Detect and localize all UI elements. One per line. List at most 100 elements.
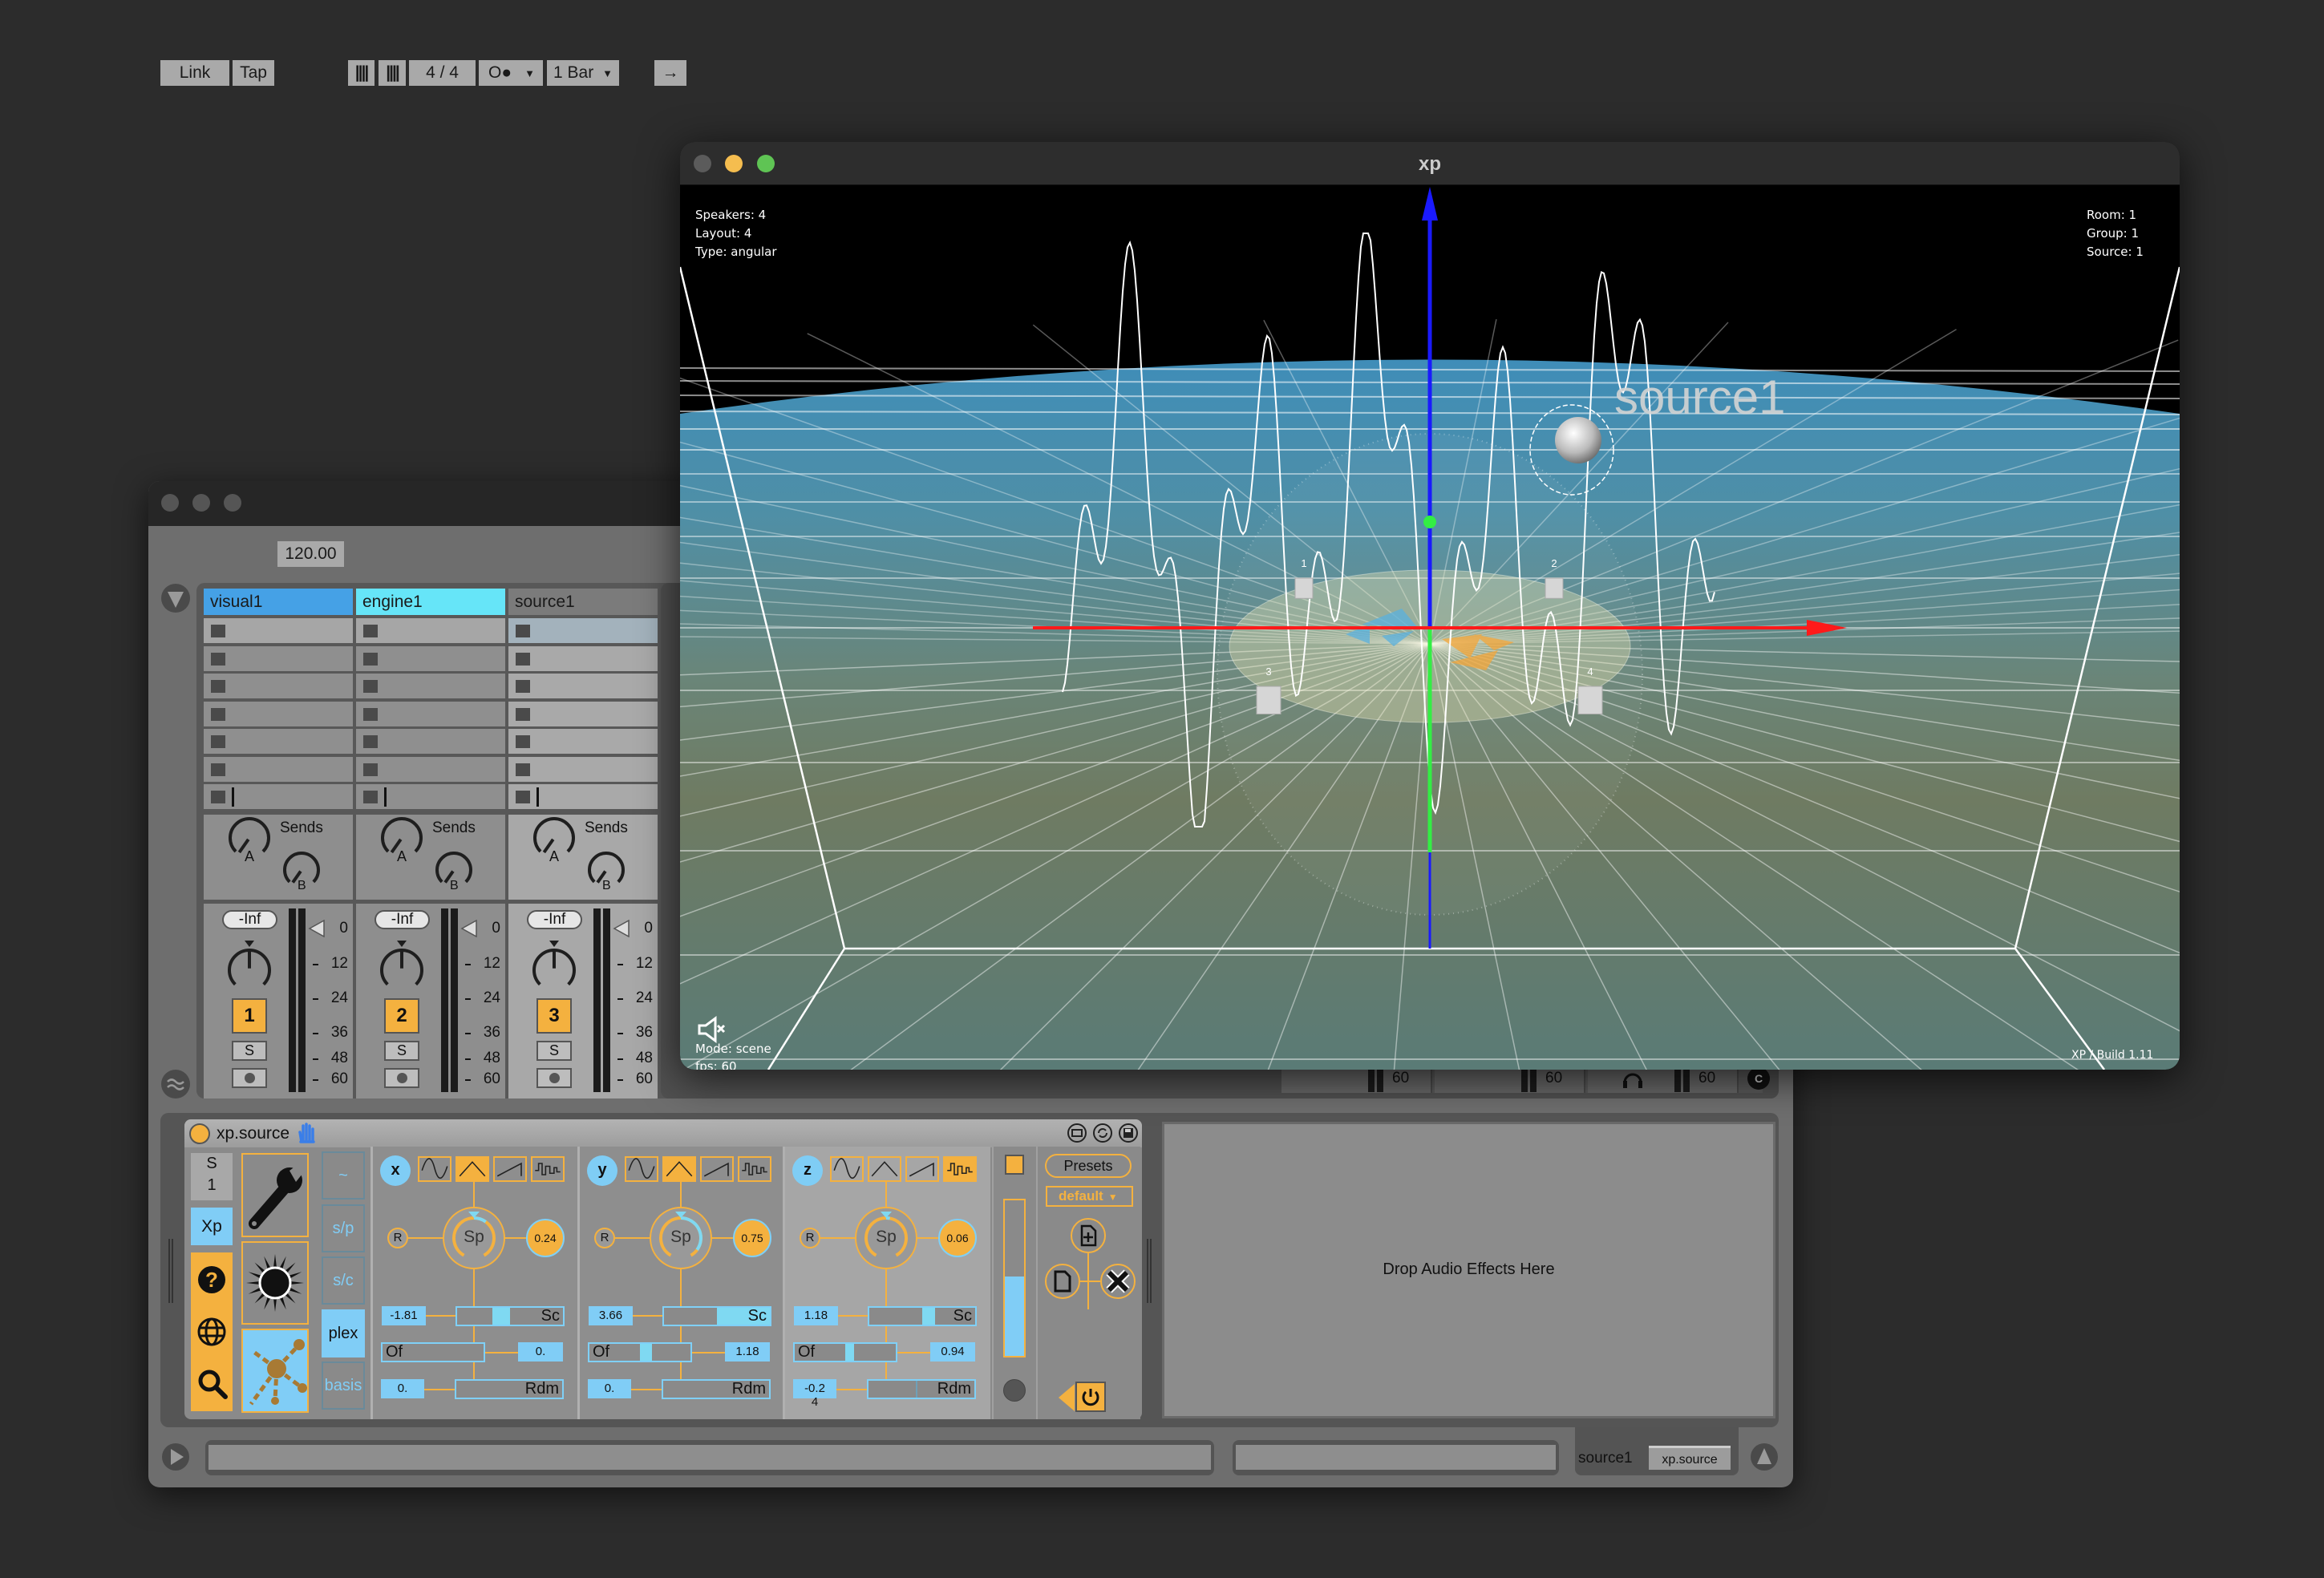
clip-stop-button[interactable] xyxy=(363,680,378,693)
scale-value[interactable]: -1.81 xyxy=(382,1306,426,1325)
source-number-box[interactable]: S1 xyxy=(191,1153,233,1200)
io-toggle-icon[interactable] xyxy=(160,1069,191,1099)
speaker-4[interactable] xyxy=(1577,686,1603,714)
3d-scene-viewport[interactable]: 1 2 3 4 source1 xyxy=(680,185,2180,1070)
tap-button[interactable]: Tap xyxy=(233,60,274,86)
waveform-triangle-button[interactable] xyxy=(868,1156,901,1182)
track-activator-button[interactable]: 2 xyxy=(384,998,419,1034)
waveform-sine-button[interactable] xyxy=(625,1156,658,1182)
crossfade-icon[interactable]: C xyxy=(1747,1066,1771,1090)
volume-readout[interactable]: -Inf xyxy=(375,910,430,929)
globe-icon[interactable] xyxy=(197,1317,226,1346)
random-slider[interactable]: Rdm xyxy=(867,1379,976,1399)
output-toggle[interactable] xyxy=(1005,1155,1024,1175)
volume-fader-triangle[interactable] xyxy=(308,920,326,937)
help-icon[interactable]: ? xyxy=(197,1265,226,1294)
solo-button[interactable]: S xyxy=(536,1041,572,1061)
presets-button[interactable]: Presets xyxy=(1045,1154,1132,1178)
mute-icon[interactable] xyxy=(696,1016,728,1043)
waveform-ramp-button[interactable] xyxy=(905,1156,939,1182)
clip-stop-button[interactable] xyxy=(211,791,225,803)
clip-stop-button[interactable] xyxy=(211,707,225,721)
hot-swap-icon[interactable] xyxy=(1093,1123,1112,1143)
clip-slot[interactable] xyxy=(508,784,658,809)
map-icon[interactable] xyxy=(1067,1123,1087,1143)
pan-knob[interactable] xyxy=(377,939,427,995)
volume-fader-triangle[interactable] xyxy=(460,920,478,937)
speaker-3[interactable] xyxy=(1256,686,1281,714)
clip-slot[interactable] xyxy=(204,729,353,754)
volume-fader-triangle[interactable] xyxy=(613,920,630,937)
reset-button[interactable]: R xyxy=(594,1228,615,1248)
display-button[interactable] xyxy=(241,1241,309,1325)
waveform-sine-button[interactable] xyxy=(418,1156,451,1182)
scale-slider[interactable]: Sc xyxy=(868,1306,977,1326)
waveform-step-button[interactable] xyxy=(531,1156,565,1182)
arm-button[interactable] xyxy=(384,1068,419,1088)
tempo-field[interactable]: 120.00 xyxy=(277,541,344,567)
lfo-axis-z-toggle[interactable]: z xyxy=(792,1155,823,1186)
waveform-triangle-button[interactable] xyxy=(662,1156,696,1182)
clip-stop-button[interactable] xyxy=(363,652,378,666)
status-bar[interactable] xyxy=(205,1440,1214,1475)
device-activator[interactable] xyxy=(189,1123,210,1144)
clip-slot[interactable] xyxy=(356,784,505,809)
clip-slot[interactable] xyxy=(356,618,505,643)
device-drag-handle[interactable] xyxy=(168,1239,173,1303)
collapse-arrow-icon[interactable] xyxy=(1059,1384,1075,1411)
solo-button[interactable]: S xyxy=(384,1041,419,1061)
nudge-up-button[interactable]: |||| xyxy=(379,60,406,86)
scale-slider[interactable]: Sc xyxy=(662,1306,771,1326)
clip-stop-button[interactable] xyxy=(363,763,378,776)
hide-triangle-icon[interactable] xyxy=(160,583,191,613)
offset-slider[interactable]: Of xyxy=(588,1342,692,1362)
offset-slider[interactable]: Of xyxy=(793,1342,897,1362)
clip-stop-button[interactable] xyxy=(363,625,378,637)
settings-button[interactable] xyxy=(241,1153,309,1237)
offset-value[interactable]: 0. xyxy=(518,1342,563,1362)
save-preset-icon[interactable] xyxy=(1119,1123,1138,1143)
random-slider[interactable]: Rdm xyxy=(662,1379,771,1399)
up-triangle-icon[interactable] xyxy=(1749,1442,1779,1472)
clip-slot[interactable] xyxy=(508,756,658,782)
track-header-visual1[interactable]: visual1 xyxy=(204,589,353,615)
waveform-step-button[interactable] xyxy=(738,1156,771,1182)
clip-stop-button[interactable] xyxy=(516,707,530,721)
nudge-down-button[interactable]: |||| xyxy=(348,60,375,86)
lfo-axis-y-toggle[interactable]: y xyxy=(587,1155,617,1186)
clip-stop-button[interactable] xyxy=(211,735,225,748)
device-drag-handle[interactable] xyxy=(1147,1239,1152,1303)
clip-stop-button[interactable] xyxy=(516,735,530,748)
clip-slot[interactable] xyxy=(204,756,353,782)
clip-stop-button[interactable] xyxy=(211,625,225,637)
info-bar[interactable] xyxy=(1233,1440,1559,1475)
clip-slot[interactable] xyxy=(356,756,505,782)
scale-slider[interactable]: Sc xyxy=(455,1306,565,1326)
output-level-slider[interactable] xyxy=(1003,1199,1026,1357)
link-button[interactable]: Link xyxy=(160,60,229,86)
clip-stop-button[interactable] xyxy=(516,791,530,803)
waveform-ramp-button[interactable] xyxy=(700,1156,734,1182)
preset-dropdown[interactable]: default ▼ xyxy=(1046,1186,1133,1207)
clip-slot[interactable] xyxy=(508,729,658,754)
random-value[interactable]: 0. xyxy=(381,1379,424,1398)
speed-value[interactable]: 0.24 xyxy=(526,1219,565,1257)
power-button[interactable] xyxy=(1075,1382,1106,1412)
arm-button[interactable] xyxy=(232,1068,267,1088)
xp-tab[interactable]: Xp xyxy=(191,1208,233,1245)
scale-value[interactable]: 3.66 xyxy=(589,1306,633,1325)
file-icon[interactable] xyxy=(1044,1263,1081,1300)
clip-slot[interactable] xyxy=(356,645,505,671)
clip-slot[interactable] xyxy=(356,674,505,698)
track-header-engine1[interactable]: engine1 xyxy=(356,589,505,615)
clip-stop-button[interactable] xyxy=(516,652,530,666)
pan-knob[interactable] xyxy=(225,939,274,995)
quantize-dropdown[interactable]: 1 Bar ▼ xyxy=(547,60,619,86)
clip-stop-button[interactable] xyxy=(516,763,530,776)
speaker-1[interactable] xyxy=(1294,577,1314,599)
clip-slot[interactable] xyxy=(508,618,658,643)
waveform-sine-button[interactable] xyxy=(830,1156,864,1182)
clip-slot[interactable] xyxy=(204,784,353,809)
new-preset-icon[interactable] xyxy=(1070,1217,1107,1254)
track-activator-button[interactable]: 3 xyxy=(536,998,572,1034)
